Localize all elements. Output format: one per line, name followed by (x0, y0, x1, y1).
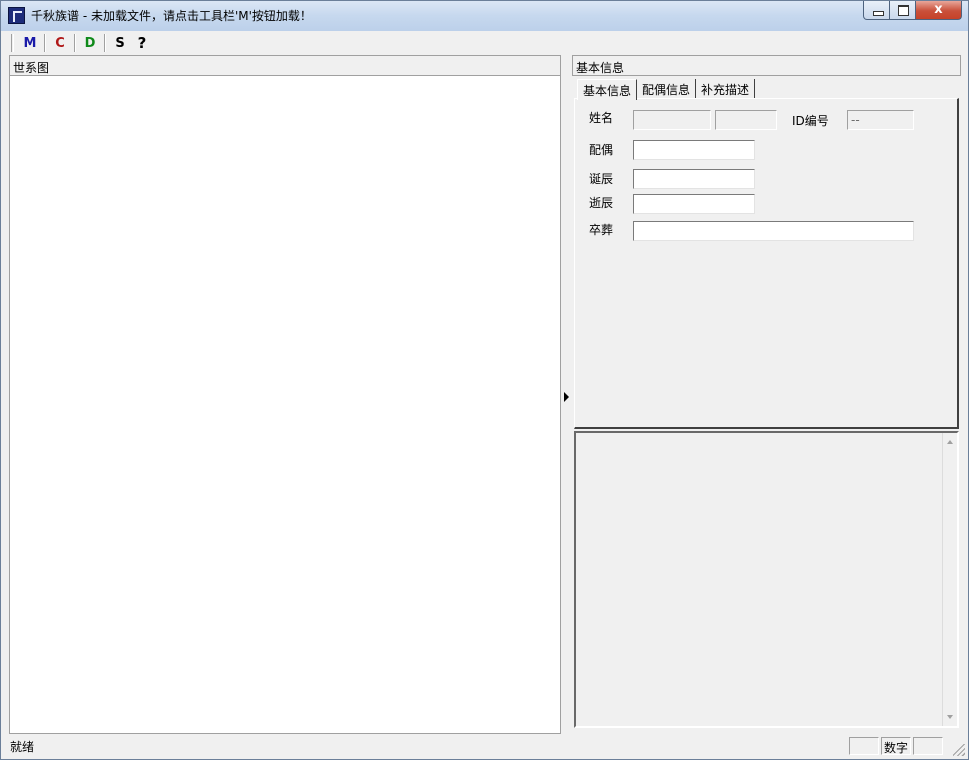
help-button[interactable]: ? (132, 33, 152, 53)
scroll-up-icon[interactable] (947, 440, 953, 444)
toolbar: M C D S ? (8, 31, 963, 55)
close-icon: x (934, 2, 943, 17)
info-tabs: 基本信息 配偶信息 补充描述 (577, 79, 756, 100)
description-memo[interactable] (574, 431, 959, 728)
status-message: 就绪 (10, 740, 35, 754)
toolbar-separator (74, 34, 76, 52)
tab-spouse-info[interactable]: 配偶信息 (637, 79, 697, 99)
maximize-button[interactable] (890, 1, 916, 20)
memo-scrollbar[interactable] (942, 433, 957, 726)
tab-supplement[interactable]: 补充描述 (696, 79, 756, 99)
window-controls: x (863, 1, 962, 21)
window-title: 千秋族谱 - 未加载文件，请点击工具栏'M'按钮加载！ (31, 9, 312, 23)
title-bar[interactable]: 千秋族谱 - 未加载文件，请点击工具栏'M'按钮加载！ x (1, 1, 968, 31)
tab-basic-info[interactable]: 基本信息 (577, 79, 638, 100)
help-icon: ? (137, 34, 147, 52)
genealogy-tree-view[interactable] (9, 76, 561, 734)
surname-field[interactable] (633, 110, 711, 130)
load-file-button[interactable]: M (18, 33, 42, 53)
given-name-field[interactable] (715, 110, 777, 130)
status-bar: 就绪 数字 (1, 735, 968, 759)
status-pane-3 (913, 737, 943, 755)
toolbar-c-button[interactable]: C (48, 33, 72, 53)
spouse-label: 配偶 (589, 143, 614, 157)
splitter-arrow-icon[interactable] (564, 392, 569, 402)
basic-info-page (574, 98, 959, 429)
death-label: 逝辰 (589, 196, 614, 210)
toolbar-separator (104, 34, 106, 52)
name-label: 姓名 (589, 111, 614, 125)
minimize-button[interactable] (863, 1, 890, 20)
info-panel-header: 基本信息 (572, 55, 961, 76)
main-window: 千秋族谱 - 未加载文件，请点击工具栏'M'按钮加载！ x M C D S ? … (0, 0, 969, 760)
birth-label: 诞辰 (589, 172, 614, 186)
resize-grip-icon[interactable] (953, 744, 965, 756)
birth-field[interactable] (633, 169, 755, 189)
genealogy-panel-header: 世系图 (9, 55, 561, 76)
spouse-field[interactable] (633, 140, 755, 160)
toolbar-s-button[interactable]: S (108, 33, 132, 53)
scroll-down-icon[interactable] (947, 715, 953, 719)
burial-label: 卒葬 (589, 223, 614, 237)
status-pane-1 (849, 737, 879, 755)
num-lock-indicator: 数字 (881, 737, 911, 755)
id-field[interactable]: -- (847, 110, 914, 130)
death-field[interactable] (633, 194, 755, 214)
close-button[interactable]: x (916, 1, 962, 20)
id-label: ID编号 (792, 114, 829, 128)
burial-field[interactable] (633, 221, 914, 241)
toolbar-separator (44, 34, 46, 52)
toolbar-d-button[interactable]: D (78, 33, 102, 53)
toolbar-grip[interactable] (11, 34, 14, 52)
app-icon[interactable] (8, 7, 25, 24)
